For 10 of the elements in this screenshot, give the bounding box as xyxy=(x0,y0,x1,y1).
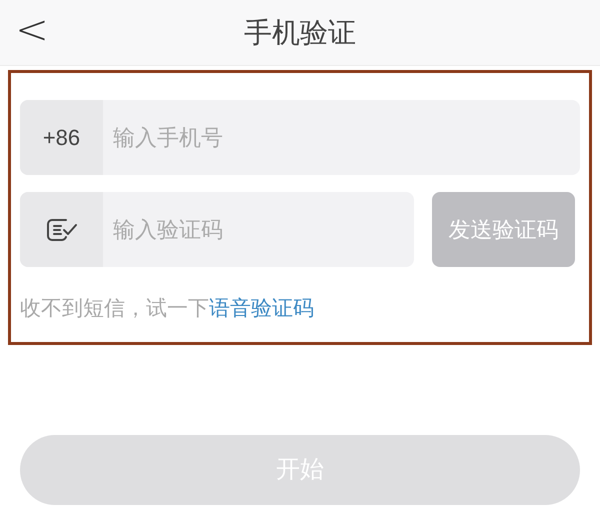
phone-input[interactable]: 输入手机号 xyxy=(103,100,580,175)
country-code[interactable]: +86 xyxy=(20,100,103,175)
code-field[interactable]: 输入验证码 xyxy=(20,192,414,267)
page-title: 手机验证 xyxy=(244,16,356,50)
voice-code-link[interactable]: 语音验证码 xyxy=(209,293,314,324)
back-button[interactable]: < xyxy=(12,8,52,52)
hint-text: 收不到短信，试一下 xyxy=(20,296,209,322)
phone-field[interactable]: +86 输入手机号 xyxy=(20,100,580,175)
code-input[interactable]: 输入验证码 xyxy=(103,192,414,267)
verification-code-icon xyxy=(46,216,78,242)
